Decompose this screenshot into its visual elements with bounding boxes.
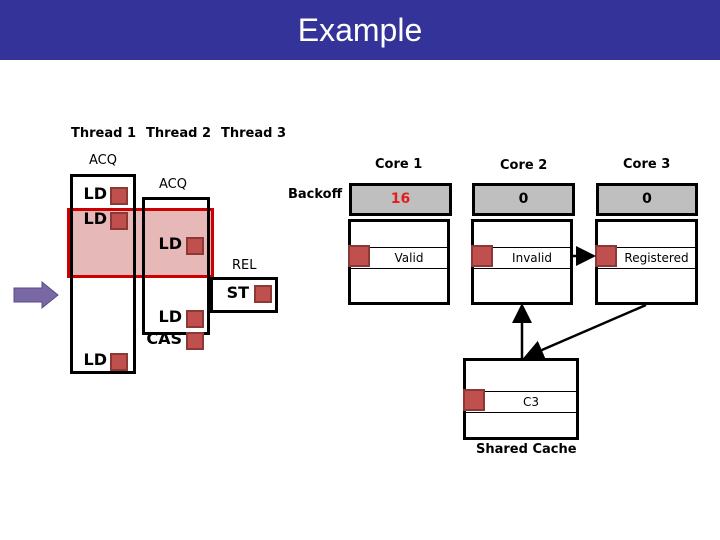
core3-to-shared-arrow [523, 303, 647, 360]
thread-3-rel-label: REL [232, 258, 257, 273]
core-1-backoff-counter: 16 [349, 183, 452, 216]
cache-line-state: Invalid [512, 251, 552, 265]
thread-1-instr-ld: LD [83, 184, 107, 203]
thread-3-instr-st: ST [226, 283, 249, 302]
cache-line-square [254, 285, 272, 303]
thread-2-label: Thread 2 [146, 126, 211, 141]
cache-line-square [186, 332, 204, 350]
cache-line-square [348, 245, 370, 267]
core-3-backoff-counter: 0 [596, 183, 698, 216]
cache-line-square [110, 353, 128, 371]
cache-line-square [186, 310, 204, 328]
cache-line-square [471, 245, 493, 267]
shared-cache-label: Shared Cache [476, 442, 577, 457]
page-title: Example [297, 12, 423, 48]
thread-2-instr-cas: CAS [146, 329, 182, 348]
cache-line-square [110, 212, 128, 230]
core-1-label: Core 1 [375, 157, 423, 172]
cache-line-state: Registered [624, 251, 689, 265]
cache-line-state: Valid [394, 251, 424, 265]
core-2-backoff-counter: 0 [472, 183, 575, 216]
thread-1-label: Thread 1 [71, 126, 136, 141]
core-3-label: Core 3 [623, 157, 671, 172]
thread-3-label: Thread 3 [221, 126, 286, 141]
thread-1-instr-ld: LD [83, 209, 107, 228]
cache-line-square [595, 245, 617, 267]
thread-2-instr-ld: LD [158, 234, 182, 253]
thread-2-acq-label: ACQ [159, 177, 187, 192]
cache-line-square [186, 237, 204, 255]
current-step-arrow-icon [13, 280, 59, 310]
thread-1-acq-label: ACQ [89, 153, 117, 168]
thread-2-instr-ld: LD [158, 307, 182, 326]
core-2-label: Core 2 [500, 158, 548, 173]
cache-line-square [110, 187, 128, 205]
shared-cache-line-value: C3 [522, 395, 539, 409]
thread-1-instr-ld: LD [83, 350, 107, 369]
backoff-label: Backoff [288, 187, 343, 202]
cache-line-square [463, 389, 485, 411]
